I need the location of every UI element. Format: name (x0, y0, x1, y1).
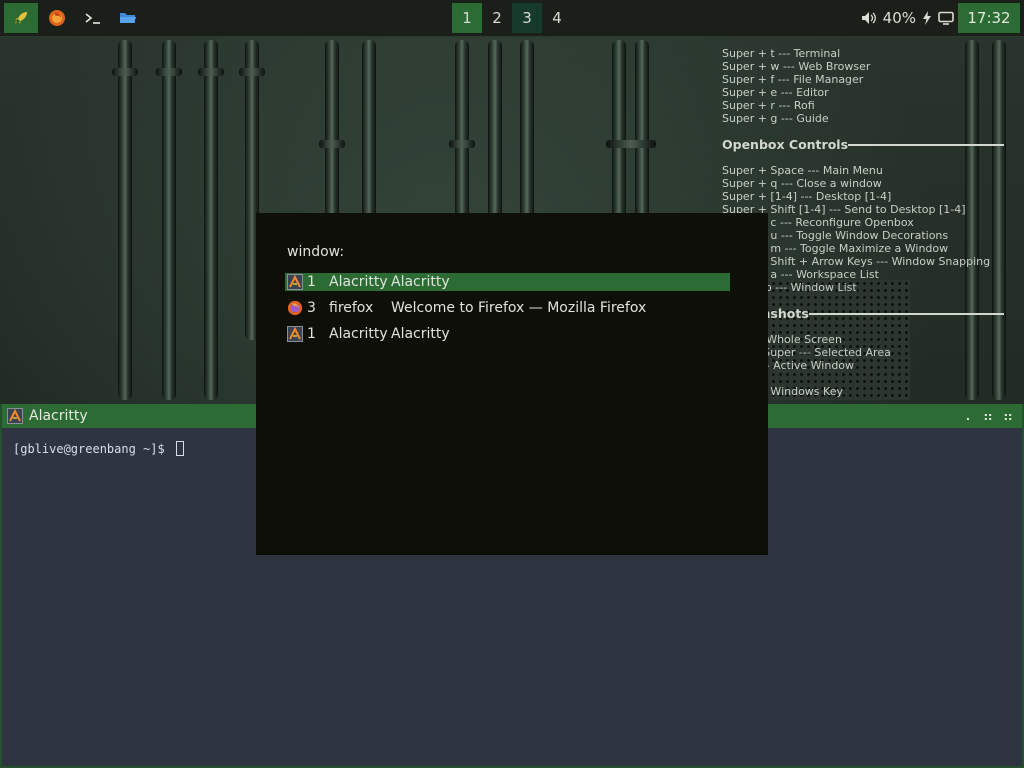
workspace-label: 3 (522, 9, 532, 27)
shortcut-line: Super + t --- Terminal (722, 47, 841, 60)
entry-class: Alacritty (329, 326, 388, 342)
firefox-icon (287, 300, 303, 316)
conky-app-shortcuts: Super + t --- Terminal Super + w --- Web … (722, 47, 1004, 125)
desktop: 1 2 3 4 40% 17:32 Super + t --- Terminal… (0, 0, 1024, 768)
alacritty-icon (287, 274, 303, 290)
rofi-window-switcher[interactable]: window: 1 Alacritty Alacritty 3 firefox Welco… (256, 213, 768, 555)
shortcut-line: Super + w --- Web Browser (722, 60, 871, 73)
alacritty-icon (7, 408, 23, 424)
terminal-output[interactable]: [gblive@greenbang ~]$ (13, 441, 184, 456)
shortcut-line: Super + g --- Guide (722, 112, 829, 125)
workspace-1-button[interactable]: 1 (452, 3, 482, 33)
battery-percent: 40% (882, 9, 916, 27)
heading-text: Openbox Controls (722, 137, 849, 152)
shortcut-line: Super + f --- File Manager (722, 73, 864, 86)
system-tray: 40% (861, 3, 954, 33)
maximize-button[interactable]: :: (978, 404, 998, 428)
rofi-entry[interactable]: 1 Alacritty Alacritty (285, 273, 730, 291)
firefox-icon (49, 10, 65, 26)
rofi-entry[interactable]: 3 firefox Welcome to Firefox — Mozilla Fir… (285, 299, 730, 317)
file-manager-launcher[interactable] (111, 3, 145, 33)
shortcut-line: Super + e --- Editor (722, 86, 829, 99)
rofi-entry[interactable]: 1 Alacritty Alacritty (285, 325, 730, 343)
app-menu-launcher[interactable] (4, 3, 38, 33)
entry-workspace: 3 (307, 300, 316, 316)
entry-class: firefox (329, 300, 374, 316)
workspace-2-button[interactable]: 2 (482, 3, 512, 33)
workspace-label: 1 (462, 9, 472, 27)
entry-class: Alacritty (329, 274, 388, 290)
workspace-3-button[interactable]: 3 (512, 3, 542, 33)
monitor-icon[interactable] (938, 11, 954, 25)
terminal-prompt-icon (85, 13, 100, 24)
entry-workspace: 1 (307, 326, 316, 342)
browser-launcher[interactable] (40, 3, 74, 33)
workspace-label: 4 (552, 9, 562, 27)
clock[interactable]: 17:32 (958, 3, 1020, 33)
rocket-icon (15, 12, 27, 24)
folder-icon (120, 13, 136, 23)
entry-title: Alacritty (391, 274, 450, 290)
conky-heading-openbox: Openbox Controls (722, 138, 1004, 151)
terminal-launcher[interactable] (76, 3, 110, 33)
workspace-4-button[interactable]: 4 (542, 3, 572, 33)
shortcut-line: Super + r --- Rofi (722, 99, 815, 112)
top-panel: 1 2 3 4 40% 17:32 (0, 0, 1024, 37)
speaker-icon[interactable] (861, 11, 877, 25)
shortcut-line: Super + Space --- Main Menu (722, 164, 883, 177)
shortcut-line: Super + q --- Close a window (722, 177, 882, 190)
charging-bolt-icon[interactable] (922, 11, 932, 25)
entry-title: Alacritty (391, 326, 450, 342)
workspace-label: 2 (492, 9, 502, 27)
entry-title: Welcome to Firefox — Mozilla Firefox (391, 300, 647, 316)
alacritty-icon (287, 326, 303, 342)
close-button[interactable]: :: (998, 404, 1018, 428)
rofi-window-list: 1 Alacritty Alacritty 3 firefox Welcome to Fi… (285, 273, 730, 351)
entry-workspace: 1 (307, 274, 316, 290)
iconify-button[interactable]: . (958, 404, 978, 428)
text-cursor (175, 441, 184, 456)
shell-prompt: [gblive@greenbang ~]$ (13, 441, 172, 456)
rofi-prompt[interactable]: window: (287, 244, 344, 260)
shortcut-line: Super + [1-4] --- Desktop [1-4] (722, 190, 892, 203)
terminal-window-title: Alacritty (29, 408, 88, 424)
